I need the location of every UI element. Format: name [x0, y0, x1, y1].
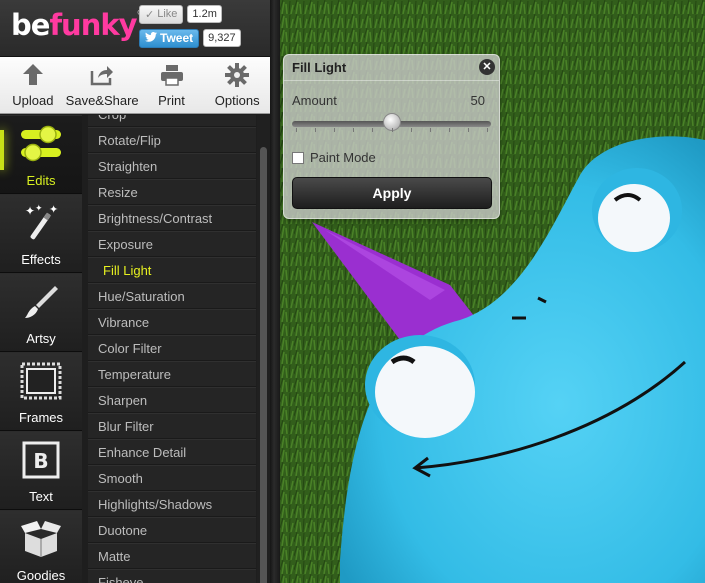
options-button[interactable]: Options	[204, 57, 270, 113]
tweet-count: 9,327	[203, 29, 241, 47]
category-edits[interactable]: Edits	[0, 115, 82, 194]
print-icon	[160, 63, 184, 87]
paint-mode-checkbox[interactable]	[292, 151, 304, 164]
fill-light-panel: Fill Light ✕ Amount 50 Paint Mode Apply	[283, 54, 500, 219]
svg-text:B: B	[33, 449, 48, 473]
twitter-tweet: Tweet 9,327	[139, 28, 241, 48]
slider-tick	[391, 128, 393, 132]
slider-tick	[372, 128, 374, 132]
slider-tick	[296, 128, 297, 132]
save-share-label: Save&Share	[65, 93, 139, 108]
tool-matte[interactable]: Matte	[88, 543, 256, 569]
toggles-icon	[18, 121, 64, 167]
slider-tick	[429, 128, 431, 132]
magic-wand-icon: ✦ ✦ ✦	[18, 200, 64, 246]
tool-temperature[interactable]: Temperature	[88, 361, 256, 387]
category-text-label: Text	[29, 489, 53, 504]
tweet-button[interactable]: Tweet	[139, 28, 200, 48]
slider-tick	[487, 128, 488, 132]
print-label: Print	[158, 93, 185, 108]
upload-icon	[21, 63, 45, 87]
category-artsy-label: Artsy	[26, 331, 56, 346]
paintbrush-icon	[18, 279, 64, 325]
like-button[interactable]: ✓ Like	[139, 4, 184, 24]
share-icon	[90, 63, 114, 87]
category-frames-label: Frames	[18, 410, 64, 425]
gear-icon	[225, 63, 250, 87]
tool-list-scrollbar[interactable]	[257, 115, 270, 583]
tool-smooth[interactable]: Smooth	[88, 465, 256, 491]
tool-blur-filter[interactable]: Blur Filter	[88, 413, 256, 439]
app-header: befunky® ✓ Like 1.2m Tweet 9,327	[0, 0, 270, 57]
apply-button[interactable]: Apply	[292, 177, 492, 209]
amount-value: 50	[470, 93, 485, 108]
main-toolbar: Upload Save&Share Print Options	[0, 57, 270, 114]
tool-highlights-shadows[interactable]: Highlights/Shadows	[88, 491, 256, 517]
slider-tick	[353, 128, 355, 132]
save-share-button[interactable]: Save&Share	[66, 57, 139, 113]
like-count: 1.2m	[187, 5, 222, 23]
befunky-logo[interactable]: befunky®	[11, 8, 145, 42]
panel-divider	[270, 0, 280, 583]
slider-tick	[410, 128, 412, 132]
tool-enhance-detail[interactable]: Enhance Detail	[88, 439, 256, 465]
category-effects-label: Effects	[21, 252, 61, 267]
tool-color-filter[interactable]: Color Filter	[88, 335, 256, 361]
scrollbar-thumb[interactable]	[260, 147, 267, 583]
facebook-like: ✓ Like 1.2m	[139, 4, 222, 24]
slider-tick	[467, 128, 469, 132]
tool-straighten[interactable]: Straighten	[88, 153, 256, 179]
tool-exposure[interactable]: Exposure	[88, 231, 256, 257]
slider-tick	[448, 128, 450, 132]
tweet-label: Tweet	[160, 31, 194, 45]
category-artsy[interactable]: Artsy	[0, 273, 82, 352]
tool-hue-saturation[interactable]: Hue/Saturation	[88, 283, 256, 309]
svg-text:✦: ✦	[35, 204, 43, 214]
tool-crop[interactable]: Crop	[88, 115, 256, 127]
paint-mode-option[interactable]: Paint Mode	[292, 150, 376, 165]
tool-duotone[interactable]: Duotone	[88, 517, 256, 543]
checkmark-icon: ✓	[145, 8, 155, 21]
box-icon	[18, 516, 64, 562]
twitter-bird-icon	[145, 31, 157, 45]
category-sidebar: Edits ✦✦✦ Effects Artsy Frames B Text	[0, 115, 82, 583]
panel-divider-line	[284, 80, 499, 81]
tool-list: Crop Rotate/Flip Straighten Resize Brigh…	[88, 115, 256, 583]
tool-rotate-flip[interactable]: Rotate/Flip	[88, 127, 256, 153]
close-icon[interactable]: ✕	[479, 59, 495, 75]
frame-icon	[18, 358, 64, 404]
tool-resize[interactable]: Resize	[88, 179, 256, 205]
tool-sharpen[interactable]: Sharpen	[88, 387, 256, 413]
panel-title: Fill Light	[292, 60, 347, 75]
tool-fisheye[interactable]: Fisheye	[88, 569, 256, 583]
category-text[interactable]: B Text	[0, 431, 82, 510]
tool-brightness-contrast[interactable]: Brightness/Contrast	[88, 205, 256, 231]
upload-button[interactable]: Upload	[0, 57, 66, 113]
amount-label: Amount	[292, 93, 337, 108]
svg-text:✦: ✦	[25, 204, 35, 218]
options-label: Options	[214, 93, 260, 108]
category-edits-label: Edits	[26, 173, 56, 188]
tool-vibrance[interactable]: Vibrance	[88, 309, 256, 335]
category-effects[interactable]: ✦ ✦ ✦ Effects	[0, 194, 82, 273]
category-goodies-label: Goodies	[16, 568, 66, 583]
tool-fill-light[interactable]: Fill Light	[88, 257, 256, 283]
category-frames[interactable]: Frames	[0, 352, 82, 431]
upload-label: Upload	[12, 93, 54, 108]
app-window: befunky® ✓ Like 1.2m Tweet 9,327 Upload	[0, 0, 705, 583]
svg-text:✦: ✦	[49, 203, 58, 216]
slider-tick	[315, 128, 317, 132]
paint-mode-label: Paint Mode	[310, 150, 376, 165]
like-label: Like	[157, 8, 178, 20]
print-button[interactable]: Print	[139, 57, 205, 113]
slider-tick	[334, 128, 336, 132]
category-goodies[interactable]: Goodies	[0, 510, 82, 583]
text-icon: B	[18, 437, 64, 483]
